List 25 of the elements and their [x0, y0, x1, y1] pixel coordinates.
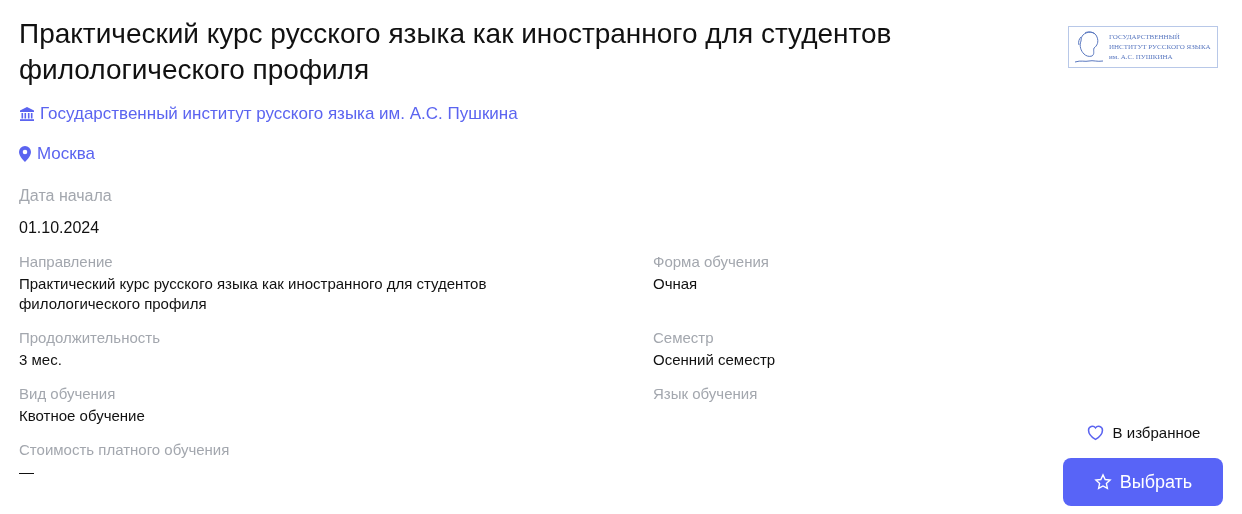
- field-value: 3 мес.: [19, 350, 62, 370]
- field-label: Стоимость платного обучения: [19, 440, 230, 460]
- course-title: Практический курс русского языка как иностранного для студентов филологического профиля: [19, 17, 893, 87]
- portrait-sketch-icon: [1073, 29, 1105, 65]
- field-label: Вид обучения: [19, 384, 116, 404]
- field-value: 01.10.2024: [19, 218, 100, 238]
- star-icon: [1093, 473, 1112, 491]
- choose-button[interactable]: Выбрать: [1063, 458, 1223, 506]
- field-label: Семестр: [653, 328, 714, 348]
- field-label: Продолжительность: [19, 328, 160, 348]
- field-value: —: [19, 462, 34, 482]
- field-value: Осенний семестр: [653, 350, 776, 370]
- favorite-button[interactable]: В избранное: [1085, 421, 1201, 444]
- institution-link[interactable]: Государственный институт русского языка им. А.С. Пушкина: [40, 102, 518, 126]
- field-label: Форма обучения: [653, 252, 769, 272]
- city-link[interactable]: Москва: [37, 142, 96, 166]
- heart-icon: [1085, 424, 1105, 442]
- field-value: Очная: [653, 274, 698, 294]
- field-label: Язык обучения: [653, 384, 758, 404]
- location-pin-icon: [19, 146, 31, 162]
- field-label: Направление: [19, 252, 113, 272]
- field-value: Практический курс русского языка как иностранного для студентов филологического профиля: [19, 274, 488, 314]
- institution-icon: [19, 106, 35, 122]
- field-value: Квотное обучение: [19, 406, 145, 426]
- field-label: Дата начала: [19, 186, 112, 206]
